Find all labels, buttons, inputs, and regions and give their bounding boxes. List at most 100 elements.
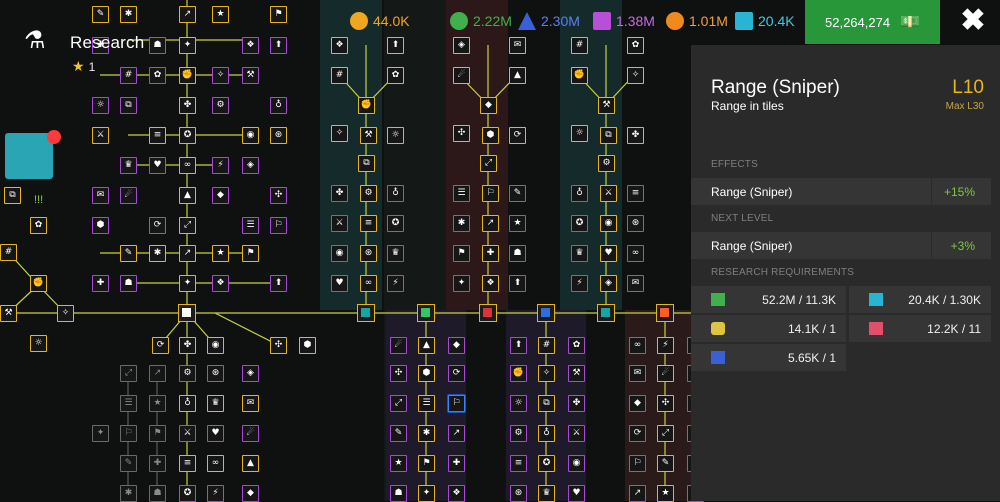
research-node[interactable]: # — [331, 67, 348, 84]
research-node[interactable]: ⚡ — [571, 275, 588, 292]
research-node[interactable]: ✤ — [179, 337, 196, 354]
research-node[interactable]: ✉ — [92, 187, 109, 204]
research-node[interactable]: ☼ — [571, 125, 588, 142]
research-node[interactable]: ✪ — [571, 215, 588, 232]
research-node[interactable]: ☄ — [453, 67, 470, 84]
research-node[interactable]: ⚐ — [270, 217, 287, 234]
research-node[interactable]: ♥ — [149, 157, 166, 174]
research-node[interactable]: ☄ — [120, 187, 137, 204]
research-node[interactable]: ✚ — [448, 455, 465, 472]
research-node[interactable]: ◉ — [600, 215, 617, 232]
research-node[interactable]: ⚡ — [657, 337, 674, 354]
research-node[interactable]: ⚐ — [448, 395, 465, 412]
cash-display[interactable]: 52,264,274 💵 — [805, 0, 940, 44]
research-node[interactable]: ✿ — [149, 67, 166, 84]
research-node[interactable]: ☗ — [120, 275, 137, 292]
research-node[interactable]: ✊ — [571, 67, 588, 84]
research-node[interactable]: ⟳ — [448, 365, 465, 382]
research-node[interactable]: ⚔ — [568, 425, 585, 442]
research-node[interactable]: ⊛ — [207, 365, 224, 382]
research-node[interactable]: ✿ — [568, 337, 585, 354]
research-node[interactable]: ⧉ — [4, 187, 21, 204]
branch-hub-node[interactable] — [417, 304, 435, 322]
research-node[interactable]: ✪ — [179, 127, 196, 144]
research-node[interactable]: ✚ — [92, 275, 109, 292]
research-node[interactable]: ☼ — [92, 97, 109, 114]
research-node[interactable]: ⤢ — [179, 217, 196, 234]
research-node[interactable]: ⚒ — [360, 127, 377, 144]
research-node[interactable]: ♛ — [538, 485, 555, 502]
research-node[interactable]: ✣ — [270, 187, 287, 204]
research-node[interactable]: ◆ — [212, 187, 229, 204]
research-node[interactable]: ≡ — [149, 127, 166, 144]
research-node[interactable]: ⚙ — [510, 425, 527, 442]
research-node[interactable]: ☗ — [509, 245, 526, 262]
research-node[interactable]: ☰ — [242, 217, 259, 234]
research-node[interactable]: ⚔ — [331, 215, 348, 232]
research-node[interactable]: ♁ — [571, 185, 588, 202]
research-node[interactable]: ◆ — [242, 485, 259, 502]
research-node[interactable]: ★ — [390, 455, 407, 472]
research-node[interactable]: ↗ — [149, 365, 166, 382]
research-node[interactable]: ♛ — [207, 395, 224, 412]
research-node[interactable]: ∞ — [207, 455, 224, 472]
research-node[interactable]: ✧ — [627, 67, 644, 84]
research-node[interactable]: ✣ — [453, 125, 470, 142]
branch-hub-node[interactable] — [656, 304, 674, 322]
research-node[interactable]: ♁ — [270, 97, 287, 114]
branch-hub-node[interactable] — [537, 304, 555, 322]
research-node[interactable]: ✊ — [358, 97, 375, 114]
research-lab-avatar[interactable] — [5, 133, 53, 179]
research-node[interactable]: ✉ — [629, 365, 646, 382]
research-node[interactable]: ✤ — [568, 395, 585, 412]
research-node[interactable]: ⤢ — [480, 155, 497, 172]
research-node[interactable]: ⚙ — [598, 155, 615, 172]
research-node[interactable]: ✎ — [120, 245, 137, 262]
research-node[interactable]: ⚔ — [600, 185, 617, 202]
research-node[interactable]: ♥ — [331, 275, 348, 292]
research-node[interactable]: ♥ — [207, 425, 224, 442]
research-node[interactable]: ⤢ — [657, 425, 674, 442]
research-node[interactable]: ♥ — [568, 485, 585, 502]
research-node[interactable]: ⚒ — [0, 305, 17, 322]
research-node[interactable]: ✚ — [149, 455, 166, 472]
research-node[interactable]: ⚐ — [629, 455, 646, 472]
research-node[interactable]: ⊛ — [270, 127, 287, 144]
research-node[interactable]: ◈ — [242, 365, 259, 382]
research-node[interactable]: ⚡ — [387, 275, 404, 292]
research-node[interactable]: ✊ — [30, 275, 47, 292]
research-node[interactable]: ☼ — [30, 335, 47, 352]
research-node[interactable]: ⟳ — [629, 425, 646, 442]
research-node[interactable]: ∞ — [629, 337, 646, 354]
research-node[interactable]: ⟳ — [152, 337, 169, 354]
research-node[interactable]: ★ — [149, 395, 166, 412]
research-node[interactable]: ☼ — [387, 127, 404, 144]
research-node[interactable]: ⚐ — [120, 425, 137, 442]
research-node[interactable]: ▲ — [179, 187, 196, 204]
research-node[interactable]: ⚑ — [242, 245, 259, 262]
research-node[interactable]: ✊ — [179, 67, 196, 84]
research-node[interactable]: ⤢ — [120, 365, 137, 382]
research-node[interactable]: ◆ — [480, 97, 497, 114]
research-node[interactable]: ✪ — [387, 215, 404, 232]
research-node[interactable]: ↗ — [448, 425, 465, 442]
research-node[interactable]: ⧉ — [538, 395, 555, 412]
research-node[interactable]: ⚒ — [598, 97, 615, 114]
research-node[interactable]: ↗ — [179, 245, 196, 262]
research-node[interactable]: ✱ — [418, 425, 435, 442]
research-node[interactable]: ☗ — [390, 485, 407, 502]
research-node[interactable]: ♁ — [179, 395, 196, 412]
research-node[interactable]: # — [538, 337, 555, 354]
research-node[interactable]: ⬆ — [509, 275, 526, 292]
research-node[interactable]: ☰ — [418, 395, 435, 412]
research-node[interactable]: ◉ — [207, 337, 224, 354]
branch-hub-node[interactable] — [178, 304, 196, 322]
research-node[interactable]: ▲ — [418, 337, 435, 354]
research-node[interactable]: ★ — [657, 485, 674, 502]
research-node[interactable]: ✿ — [30, 217, 47, 234]
research-node[interactable]: ⊛ — [360, 245, 377, 262]
research-node[interactable]: ⚙ — [360, 185, 377, 202]
research-node[interactable]: ☰ — [453, 185, 470, 202]
research-node[interactable]: ☄ — [390, 337, 407, 354]
research-node[interactable]: ↗ — [482, 215, 499, 232]
